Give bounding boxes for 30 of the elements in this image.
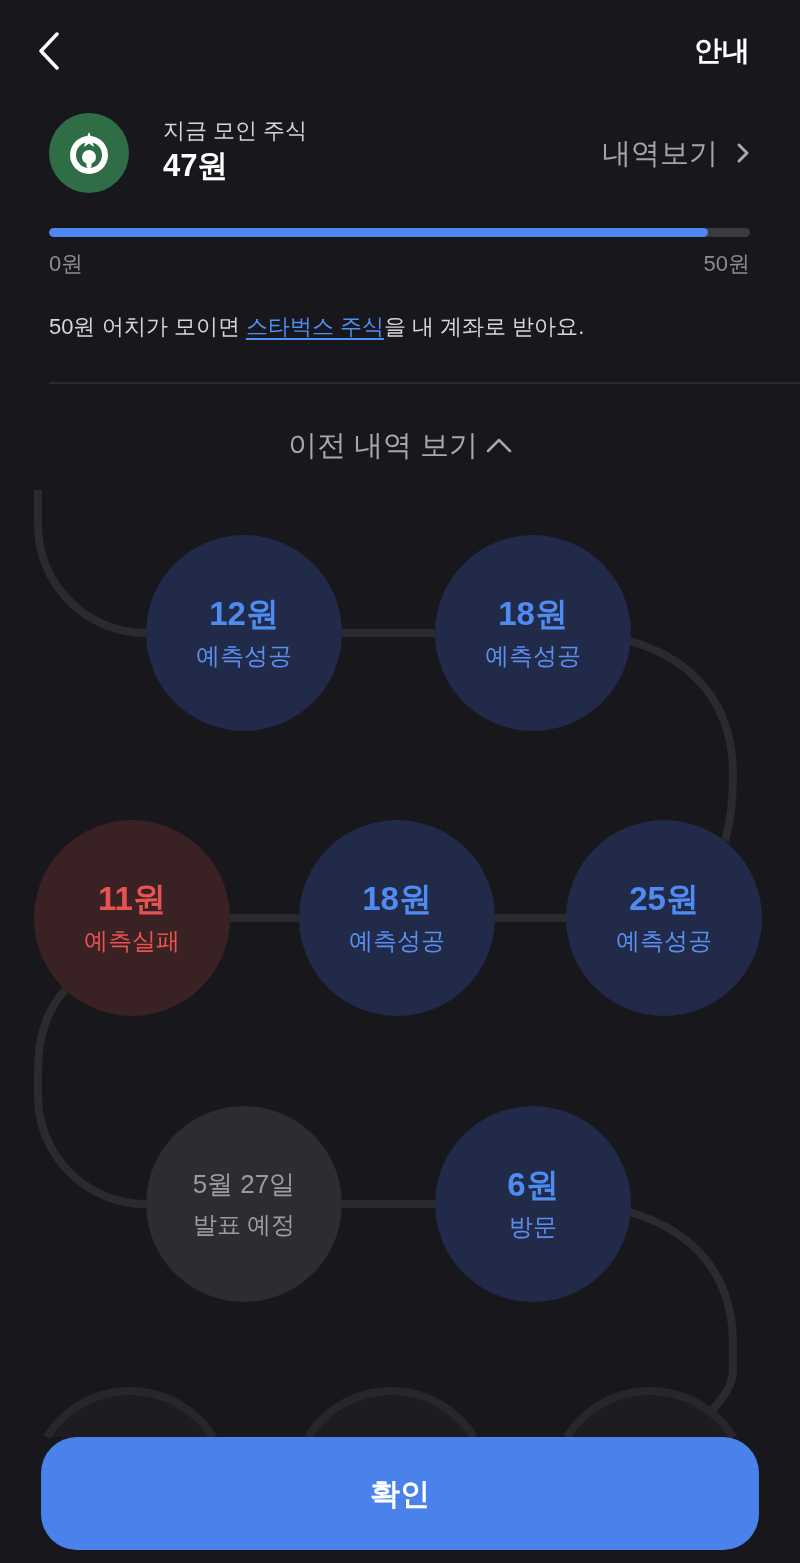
back-button[interactable] bbox=[37, 31, 61, 71]
stock-link[interactable]: 스타벅스 주식 bbox=[245, 314, 384, 339]
chevron-right-icon bbox=[736, 142, 750, 164]
confirm-button[interactable]: 확인 bbox=[41, 1437, 759, 1550]
status-text: 발표 예정 bbox=[192, 1210, 296, 1240]
max-label: 50원 bbox=[703, 250, 750, 278]
info-link[interactable]: 안내 bbox=[694, 33, 750, 69]
route-line bbox=[230, 914, 299, 922]
logo-icon bbox=[49, 113, 129, 193]
amount-text: 18원 bbox=[362, 879, 432, 919]
route-line bbox=[495, 914, 566, 922]
amount-text: 12원 bbox=[209, 594, 279, 634]
label-text: 지금 모인 주식 bbox=[163, 117, 308, 145]
min-label: 0원 bbox=[49, 250, 84, 278]
history-toggle[interactable]: 이전 내역 보기 bbox=[287, 425, 513, 465]
chevron-left-icon bbox=[38, 32, 60, 70]
amount-text: 6원 bbox=[507, 1165, 559, 1205]
status-text: 예측성공 bbox=[196, 641, 292, 671]
status-text: 방문 bbox=[509, 1212, 557, 1242]
history-link[interactable]: 내역보기 bbox=[602, 134, 750, 172]
amount-text: 47원 bbox=[163, 147, 230, 185]
date-text: 5월 27일 bbox=[192, 1168, 296, 1201]
status-text: 예측성공 bbox=[485, 641, 581, 671]
notice-text: 50원 어치가 모이면 스타벅스 주식을 내 계좌로 받아요. bbox=[49, 313, 585, 341]
status-text: 예측실패 bbox=[84, 926, 180, 956]
amount-text: 18원 bbox=[498, 594, 568, 634]
amount-text: 11원 bbox=[98, 879, 166, 919]
status-text: 예측성공 bbox=[349, 926, 445, 956]
amount-text: 25원 bbox=[629, 879, 699, 919]
status-text: 예측성공 bbox=[616, 926, 712, 956]
